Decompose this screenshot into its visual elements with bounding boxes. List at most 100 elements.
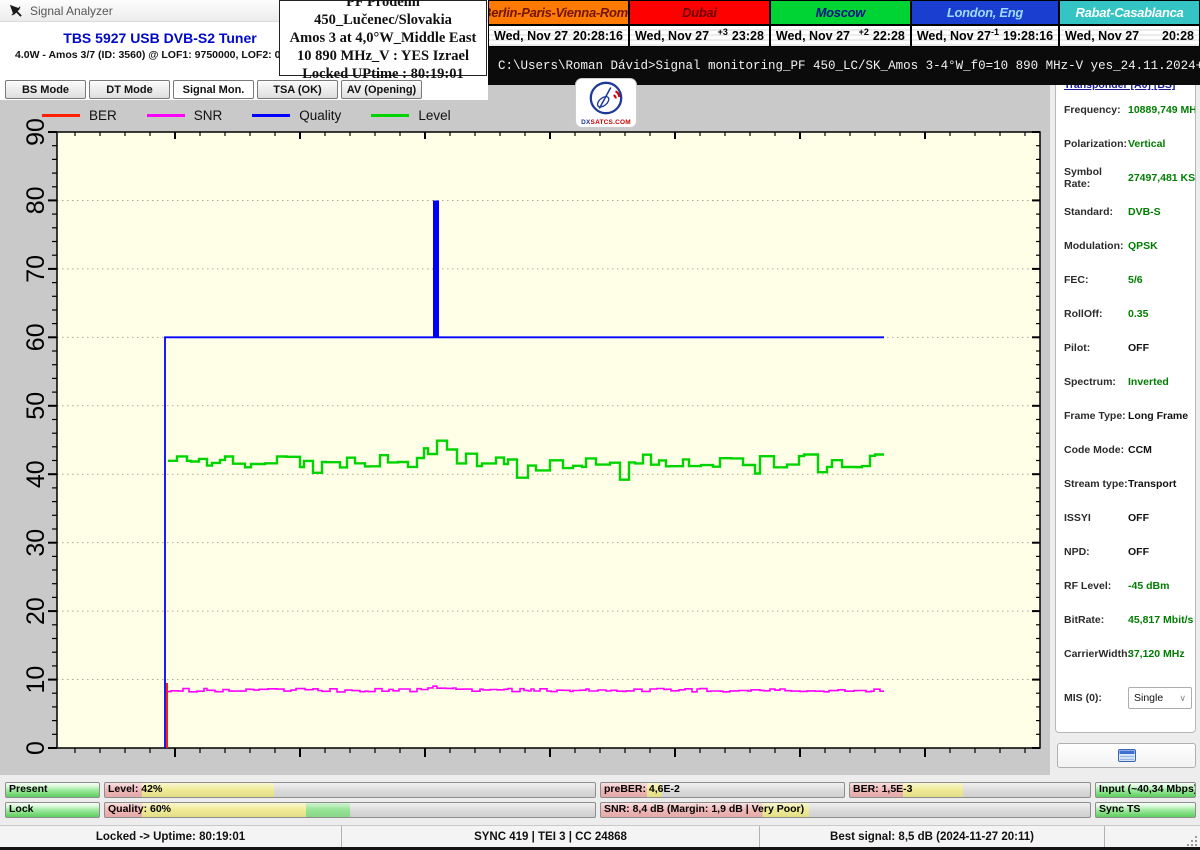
bar-label: preBER: 4,6E-2 <box>604 783 680 795</box>
tuner-info: TBS 5927 USB DVB-S2 Tuner 4.0W - Amos 3/… <box>15 30 305 61</box>
mis-label: MIS (0): <box>1064 692 1128 704</box>
ber-bar: BER: 1,5E-3 <box>849 782 1091 798</box>
tab-bs-mode[interactable]: BS Mode <box>5 80 86 99</box>
bar-label: BER: 1,5E-3 <box>853 783 913 795</box>
site-info-line: Amos 3 at 4,0°W_Middle East <box>280 29 486 47</box>
transponder-row: Frame Type:Long Frame <box>1056 399 1195 433</box>
site-info-line: PF Prodelin 450_Lučenec/Slovakia <box>280 0 486 29</box>
tp-row-label: Frame Type: <box>1064 410 1128 422</box>
legend-label: BER <box>89 108 117 123</box>
tp-row-label: Code Mode: <box>1064 444 1128 456</box>
dxsatcs-logo-text: DXSATCS.COM <box>576 119 636 126</box>
tp-row-label: RF Level: <box>1064 580 1128 592</box>
tp-row-label: Spectrum: <box>1064 376 1128 388</box>
tp-row-label: CarrierWidth: <box>1064 648 1128 660</box>
status-bar: Locked -> Uptime: 80:19:01 SYNC 419 | TE… <box>0 825 1200 847</box>
transponder-row: Pilot:OFF <box>1056 331 1195 365</box>
legend-color-quality <box>252 114 290 117</box>
input-bar: Input (~40,34 Mbps) <box>1095 782 1196 798</box>
tp-row-label: NPD: <box>1064 546 1128 558</box>
legend-label: SNR <box>194 108 223 123</box>
svg-text:20: 20 <box>22 597 50 625</box>
tp-row-value: Long Frame <box>1128 410 1188 422</box>
tp-row-label: Standard: <box>1064 206 1128 218</box>
bar-label: Quality: 60% <box>108 803 171 815</box>
stream-list-button[interactable] <box>1057 743 1196 768</box>
clock-utc-offset: +3 <box>718 27 728 37</box>
svg-text:30: 30 <box>22 529 50 557</box>
clock-value: 19:28:16 <box>1003 29 1053 43</box>
clock-utc-offset: +2 <box>859 27 869 37</box>
tp-row-label: Stream type: <box>1064 478 1128 490</box>
clock-right: -119:28:16 <box>991 29 1053 43</box>
mis-dropdown[interactable]: Single ∨ <box>1128 687 1192 709</box>
transponder-rows: Frequency:10889,749 MHzPolarization:Vert… <box>1056 93 1195 671</box>
status-uptime: Locked -> Uptime: 80:19:01 <box>0 826 342 847</box>
tab-tsa-ok[interactable]: TSA (OK) <box>257 80 338 99</box>
bar-label: Lock <box>9 803 34 815</box>
transponder-row: Spectrum:Inverted <box>1056 365 1195 399</box>
tp-row-value: -45 dBm <box>1128 580 1169 592</box>
tuner-config: 4.0W - Amos 3/7 (ID: 3560) @ LOF1: 97500… <box>15 49 305 61</box>
tab-dt-mode[interactable]: DT Mode <box>89 80 170 99</box>
transponder-row: Standard:DVB-S <box>1056 195 1195 229</box>
clock-value: 20:28:16 <box>573 29 623 43</box>
stream-list-icon <box>1118 749 1136 762</box>
resize-grip[interactable] <box>1185 834 1197 846</box>
clock-city-4: Rabat-Casablanca <box>1060 1 1199 24</box>
legend-item-ber: BER <box>42 108 117 123</box>
satellite-dish-icon <box>8 3 23 18</box>
site-info-line: 10 890 MHz_V : YES Izrael <box>280 47 486 65</box>
transponder-row: ISSYIOFF <box>1056 501 1195 535</box>
legend-label: Quality <box>299 108 341 123</box>
legend-label: Level <box>418 108 450 123</box>
transponder-row: Frequency:10889,749 MHz <box>1056 93 1195 127</box>
tp-row-value: 5/6 <box>1128 274 1143 286</box>
tp-row-value: CCM <box>1128 444 1152 456</box>
tp-row-value: QPSK <box>1128 240 1158 252</box>
transponder-panel: Transponder [A0] [BS] Frequency:10889,74… <box>1055 70 1196 733</box>
tab-signal-mon[interactable]: Signal Mon. <box>173 80 254 99</box>
svg-text:60: 60 <box>22 323 50 351</box>
tuner-name: TBS 5927 USB DVB-S2 Tuner <box>15 30 305 46</box>
sync-ts-bar: Sync TS <box>1095 802 1196 818</box>
clock-value: 22:28 <box>873 29 905 43</box>
tp-row-label: BitRate: <box>1064 614 1128 626</box>
dxsatcs-logo-icon <box>578 79 634 117</box>
svg-text:10: 10 <box>22 666 50 694</box>
clock-city-1: Dubai <box>630 1 769 24</box>
svg-text:80: 80 <box>22 186 50 214</box>
bar-label: Present <box>9 783 48 795</box>
transponder-row: NPD:OFF <box>1056 535 1195 569</box>
transponder-row: Code Mode:CCM <box>1056 433 1195 467</box>
world-clocks: Berlin-Paris-Vienna-RomaDubaiMoscowLondo… <box>488 0 1200 47</box>
tab-av-opening[interactable]: AV (Opening) <box>341 80 422 99</box>
chart-top-filler <box>488 85 1050 100</box>
clock-date: Wed, Nov 27 <box>1065 29 1139 43</box>
tp-row-label: Modulation: <box>1064 240 1128 252</box>
legend-item-level: Level <box>371 108 450 123</box>
tp-row-value: Inverted <box>1128 376 1169 388</box>
tp-row-value: 0.35 <box>1128 308 1148 320</box>
clock-time-2: Wed, Nov 27+222:28 <box>771 26 910 46</box>
mode-tabs: BS ModeDT ModeSignal Mon.TSA (OK)AV (Ope… <box>5 80 422 99</box>
tp-row-value: 27497,481 KS/s <box>1128 172 1196 184</box>
tp-row-label: Polarization: <box>1064 138 1128 150</box>
bar-label: Input (~40,34 Mbps) <box>1099 783 1196 795</box>
chart-legend: BER SNR Quality Level <box>42 108 451 123</box>
chevron-down-icon: ∨ <box>1179 693 1186 704</box>
transponder-row: Polarization:Vertical <box>1056 127 1195 161</box>
legend-color-ber <box>42 114 80 117</box>
present-indicator: Present <box>5 782 100 798</box>
console-text: C:\Users\Roman Dávid>Signal monitoring_P… <box>498 59 1200 73</box>
tp-row-value: OFF <box>1128 342 1149 354</box>
tp-row-value: Vertical <box>1128 138 1165 150</box>
clock-date: Wed, Nov 27 <box>635 29 709 43</box>
svg-text:40: 40 <box>22 460 50 488</box>
clock-value: 20:28 <box>1162 29 1194 43</box>
snr-bar: SNR: 8,4 dB (Margin: 1,9 dB | Very Poor) <box>600 802 1091 818</box>
svg-text:50: 50 <box>22 392 50 420</box>
clock-time-4: Wed, Nov 27 20:28 <box>1060 26 1199 46</box>
bar-label: Sync TS <box>1099 803 1140 815</box>
transponder-row: Stream type:Transport <box>1056 467 1195 501</box>
